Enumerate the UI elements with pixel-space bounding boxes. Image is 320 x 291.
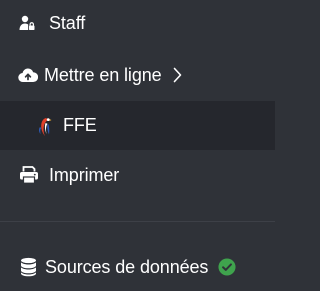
menu-item-upload[interactable]: Mettre en ligne <box>0 50 275 100</box>
menu-item-data-sources[interactable]: Sources de données <box>0 243 275 291</box>
menu-item-staff[interactable]: Staff <box>0 0 275 46</box>
menu-item-label: Sources de données <box>45 256 209 277</box>
database-icon <box>19 257 37 277</box>
side-menu: Staff Mettre en ligne FFE Imprimer Sourc… <box>0 0 275 291</box>
menu-item-label: Staff <box>49 12 86 33</box>
menu-item-print[interactable]: Imprimer <box>0 150 275 200</box>
menu-item-ffe[interactable]: FFE <box>0 101 275 150</box>
menu-divider <box>0 221 275 222</box>
printer-icon <box>19 166 39 184</box>
menu-item-label: FFE <box>63 115 97 135</box>
menu-item-label: Imprimer <box>49 164 120 185</box>
cloud-upload-icon <box>18 67 38 83</box>
menu-item-label: Mettre en ligne <box>44 64 162 85</box>
ffe-rooster-logo-icon <box>37 115 53 137</box>
user-lock-icon <box>19 15 35 31</box>
check-circle-icon <box>218 257 236 277</box>
chevron-right-icon <box>168 67 188 83</box>
